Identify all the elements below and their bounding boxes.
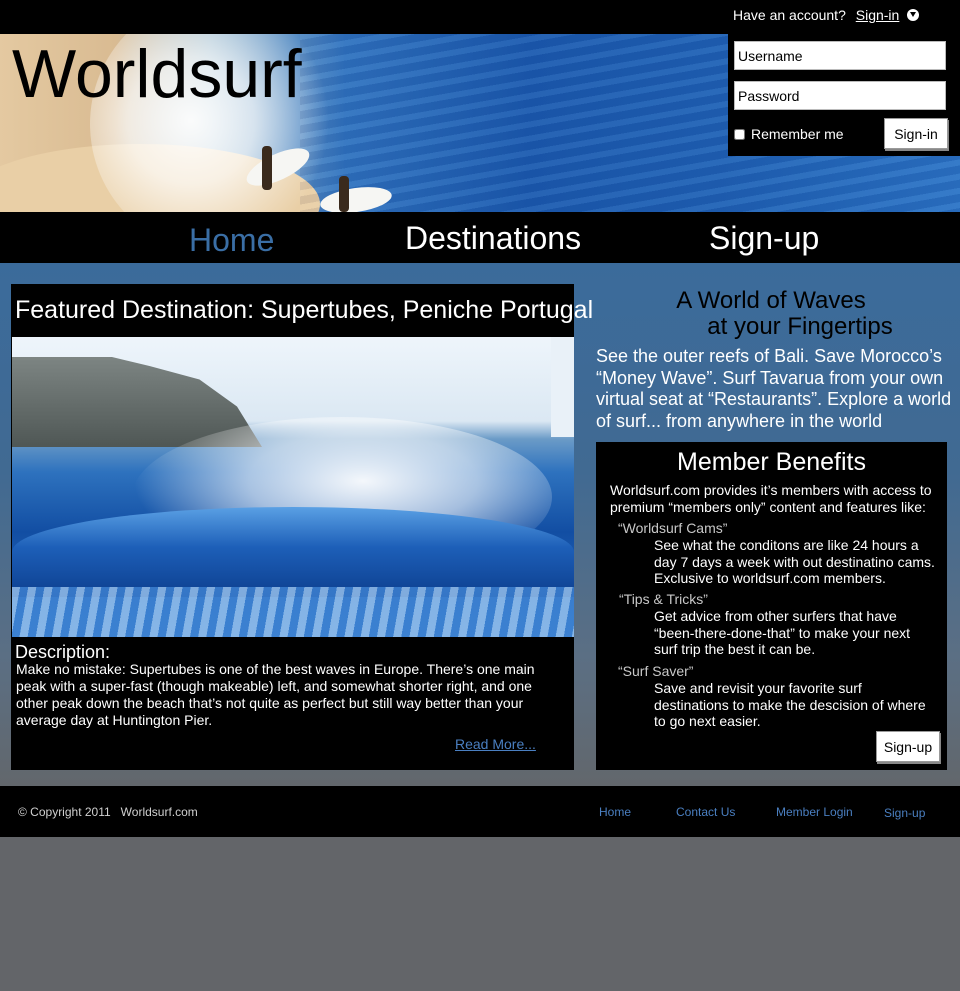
benefit-name-tips: “Tips & Tricks” (619, 591, 708, 607)
description-label: Description: (15, 642, 111, 662)
username-input[interactable] (734, 41, 946, 70)
benefit-desc-cams: See what the conditons are like 24 hours… (654, 537, 935, 586)
signup-button[interactable]: Sign-up (876, 731, 940, 762)
remember-me-checkbox[interactable] (734, 128, 745, 140)
signin-button[interactable]: Sign-in (884, 118, 948, 149)
remember-me[interactable]: Remember me (734, 126, 844, 142)
account-prompt-text: Have an account? (733, 7, 846, 23)
nav-item-signup[interactable]: Sign-up (709, 220, 819, 257)
account-signin-link[interactable]: Sign-in (856, 7, 900, 23)
benefit-name-saver: “Surf Saver” (618, 663, 694, 679)
tagline-line-2: at your Fingertips (707, 313, 893, 340)
nav-item-home[interactable]: Home (189, 222, 274, 259)
footer-link-contact[interactable]: Contact Us (676, 805, 735, 819)
nav-item-destinations[interactable]: Destinations (405, 220, 581, 257)
dropdown-arrow-icon[interactable] (907, 9, 920, 21)
site-logo: Worldsurf (12, 36, 302, 112)
main-nav: Home Destinations Sign-up (0, 212, 960, 263)
read-more-link[interactable]: Read More... (455, 736, 536, 752)
footer-link-member-login[interactable]: Member Login (776, 805, 853, 819)
password-input[interactable] (734, 81, 946, 110)
pitch-text: See the outer reefs of Bali. Save Morocc… (596, 346, 952, 431)
member-benefits-intro: Worldsurf.com provides it’s members with… (610, 482, 932, 515)
footer-link-home[interactable]: Home (599, 805, 631, 819)
tagline-line-1: A World of Waves (676, 287, 866, 314)
remember-me-label: Remember me (751, 126, 844, 142)
benefit-desc-tips: Get advice from other surfers that have … (654, 608, 911, 657)
benefit-name-cams: “Worldsurf Cams” (618, 520, 728, 536)
tagline: A World of Waves at your Fingertips (596, 288, 946, 340)
copyright-text: © Copyright 2011 Worldsurf.com (18, 805, 198, 819)
featured-wave-image (12, 337, 574, 637)
benefit-desc-saver: Save and revisit your favorite surf dest… (654, 680, 926, 729)
member-benefits-title: Member Benefits (677, 448, 866, 476)
account-prompt: Have an account? Sign-in (733, 7, 920, 23)
footer-link-signup[interactable]: Sign-up (884, 806, 925, 820)
description-text: Make no mistake: Supertubes is one of th… (16, 661, 535, 728)
featured-title: Featured Destination: Supertubes, Penich… (15, 296, 594, 324)
